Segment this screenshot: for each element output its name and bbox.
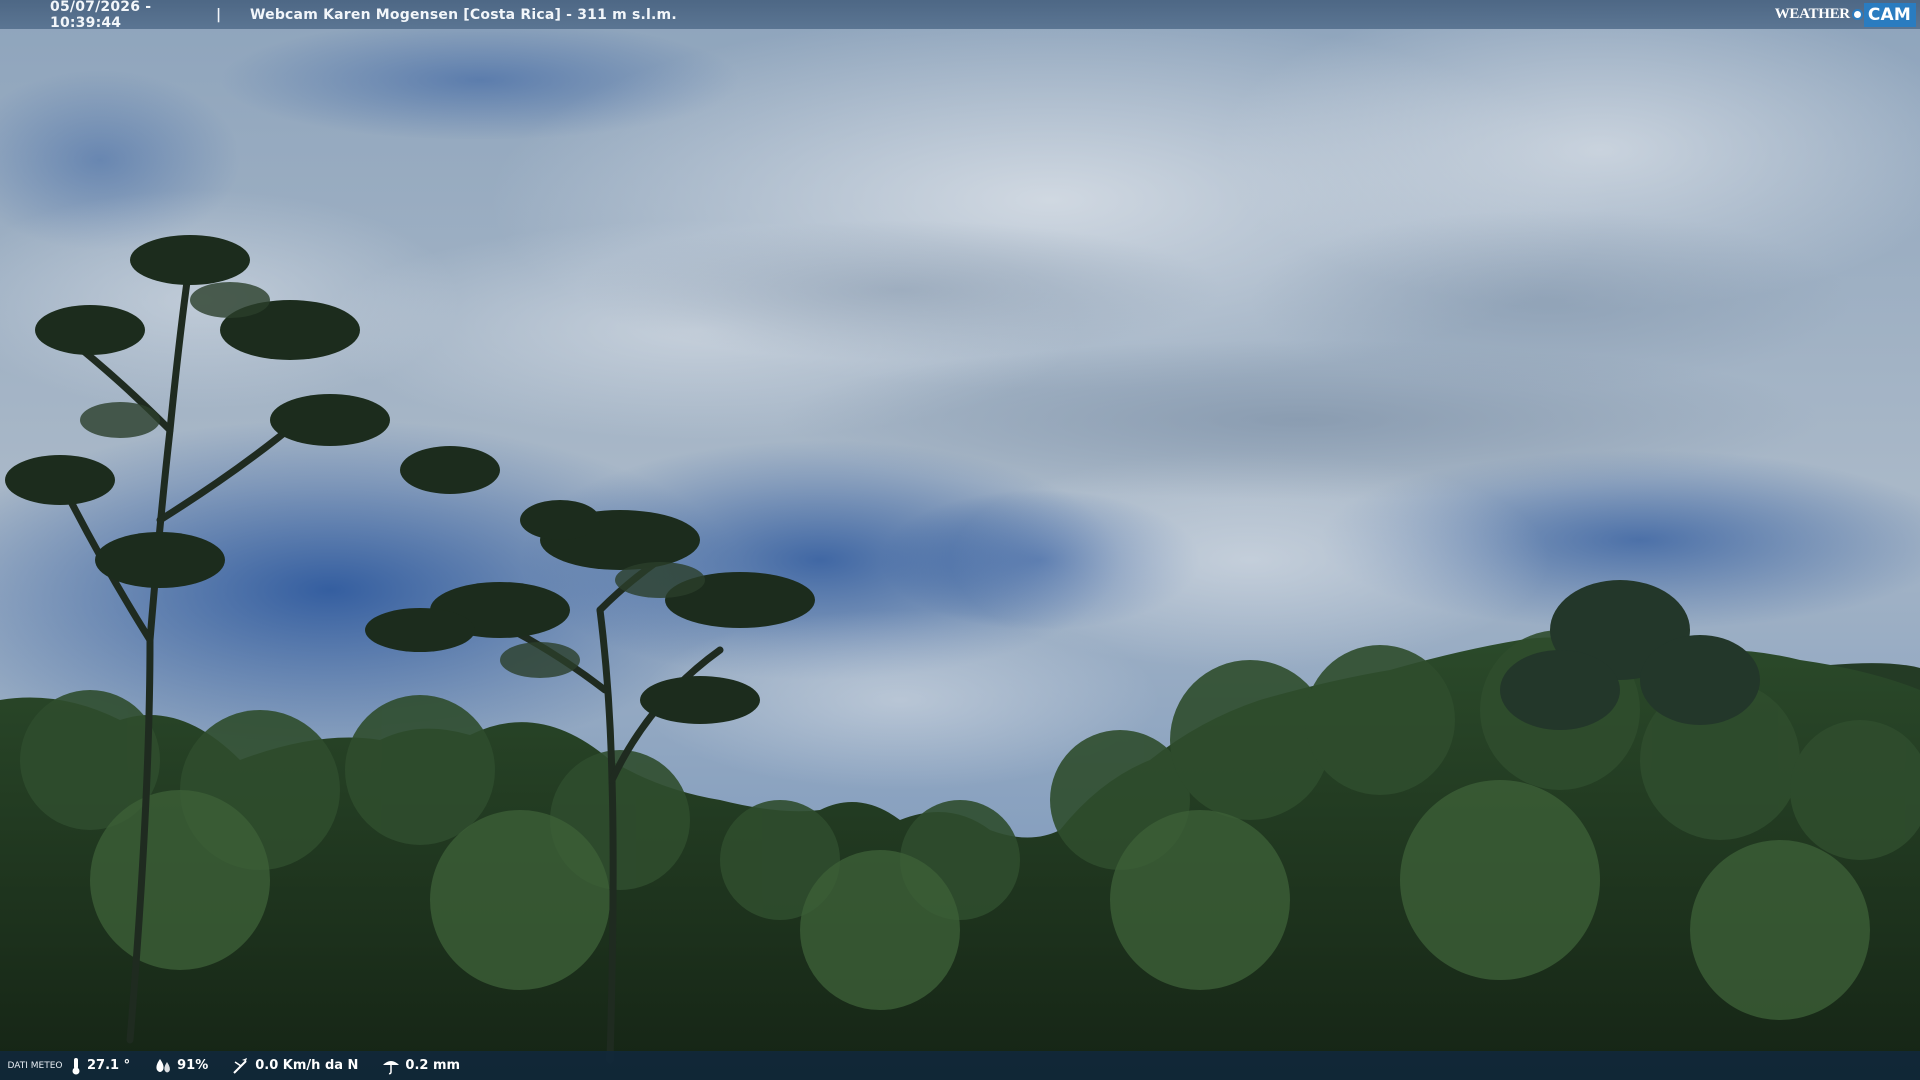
capture-timestamp: 05/07/2026 - 10:39:44 [50, 0, 152, 31]
umbrella-icon [383, 1060, 400, 1074]
weather-data-bar: DATI METEO 27.1 ° 91% 0.0 Km/h da N 0.2 … [0, 1051, 1920, 1080]
temperature-value: 27.1 ° [87, 1058, 131, 1073]
rain-reading: 0.2 mm [382, 1057, 460, 1075]
wind-vane-icon [233, 1057, 248, 1074]
header-separator: | [216, 6, 222, 23]
logo-cam-text: CAM [1863, 2, 1916, 27]
weathercam-logo: WEATHER CAM [1775, 0, 1920, 29]
weather-data-label: DATI METEO [7, 1060, 63, 1071]
humidity-reading: 91% [154, 1058, 208, 1074]
wind-reading: 0.0 Km/h da N [232, 1057, 358, 1075]
webcam-title: Webcam Karen Mogensen [Costa Rica] - 311… [250, 6, 677, 23]
thermometer-icon [72, 1057, 80, 1074]
camera-info-bar: 05/07/2026 - 10:39:44 | Webcam Karen Mog… [0, 0, 1920, 31]
logo-eye-icon [1851, 9, 1863, 20]
logo-weather-text: WEATHER [1774, 6, 1850, 22]
humidity-value: 91% [177, 1058, 209, 1073]
humidity-drops-icon [156, 1058, 171, 1072]
rain-value: 0.2 mm [405, 1058, 461, 1073]
webcam-frame: 05/07/2026 - 10:39:44 | Webcam Karen Mog… [0, 0, 1920, 1080]
wind-value: 0.0 Km/h da N [255, 1058, 359, 1073]
temperature-reading: 27.1 ° [70, 1057, 130, 1075]
webcam-image [0, 0, 1920, 1080]
